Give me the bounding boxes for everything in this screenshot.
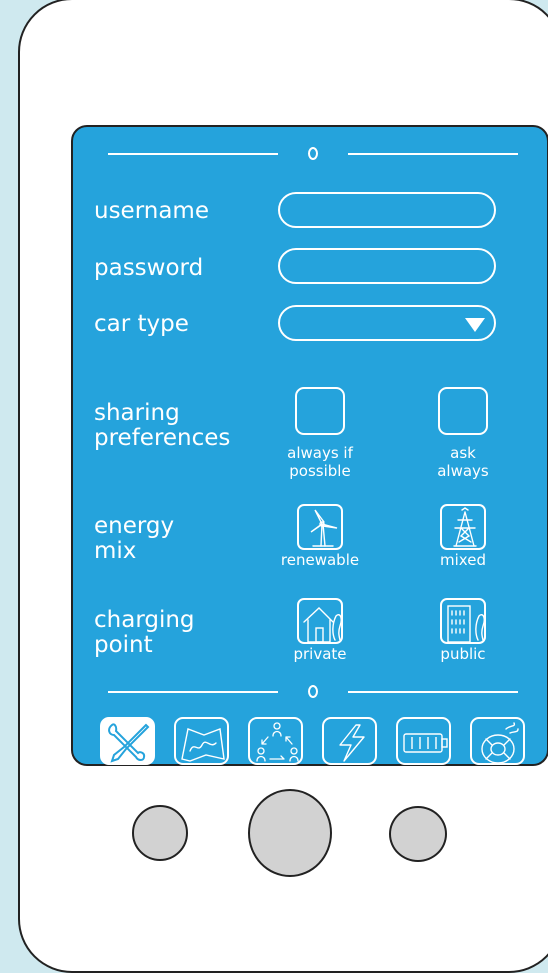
charging-option-public[interactable]: public — [411, 598, 515, 663]
sharing-option-ask-always[interactable]: ask always — [411, 387, 515, 480]
community-tab[interactable] — [248, 717, 303, 765]
car-type-label: car type — [94, 311, 189, 337]
bottom-divider — [108, 682, 518, 702]
energy-mix-label: energy mix — [94, 513, 175, 564]
settings-screen: username password car type sharing prefe… — [71, 125, 548, 766]
top-divider — [108, 144, 518, 164]
always-if-possible-label: always if possible — [287, 444, 353, 480]
chevron-down-icon[interactable] — [465, 318, 485, 332]
home-button[interactable] — [248, 789, 332, 877]
car-type-select[interactable] — [278, 305, 496, 341]
divider-dot-icon — [308, 147, 318, 160]
map-tab[interactable] — [174, 717, 229, 765]
password-input[interactable] — [280, 250, 494, 282]
ask-always-label: ask always — [437, 444, 489, 480]
password-field[interactable] — [278, 248, 496, 284]
mixed-label: mixed — [440, 551, 486, 569]
ask-always-checkbox[interactable] — [438, 387, 488, 435]
building-icon[interactable] — [440, 598, 486, 644]
battery-icon — [403, 733, 448, 753]
tools-icon — [108, 723, 150, 763]
house-icon[interactable] — [297, 598, 343, 644]
password-label: password — [94, 255, 204, 281]
wind-turbine-icon[interactable] — [297, 504, 343, 550]
sharing-option-always-if-possible[interactable]: always if possible — [268, 387, 372, 480]
power-tower-icon[interactable] — [440, 504, 486, 550]
divider-dot-icon — [308, 685, 318, 698]
renewable-label: renewable — [280, 551, 360, 569]
phone-frame: username password car type sharing prefe… — [18, 0, 548, 973]
username-field[interactable] — [278, 192, 496, 228]
always-if-possible-checkbox[interactable] — [295, 387, 345, 435]
private-label: private — [293, 645, 347, 663]
tools-tab[interactable] — [100, 717, 155, 765]
community-icon — [256, 722, 299, 762]
energy-option-mixed[interactable]: mixed — [411, 504, 515, 569]
lifebuoy-tab[interactable] — [470, 717, 525, 765]
right-hardware-button[interactable] — [389, 806, 447, 862]
map-icon — [181, 728, 225, 762]
charging-option-private[interactable]: private — [268, 598, 372, 663]
lightning-tab[interactable] — [322, 717, 377, 765]
sharing-preferences-label: sharing preferences — [94, 400, 231, 451]
lightning-icon — [339, 724, 365, 762]
username-label: username — [94, 198, 209, 224]
bottom-tab-bar — [100, 717, 525, 765]
charging-point-label: charging point — [94, 607, 195, 658]
left-hardware-button[interactable] — [132, 805, 188, 861]
battery-tab[interactable] — [396, 717, 451, 765]
lifebuoy-icon — [481, 722, 519, 764]
public-label: public — [440, 645, 486, 663]
energy-option-renewable[interactable]: renewable — [268, 504, 372, 569]
username-input[interactable] — [280, 194, 494, 226]
